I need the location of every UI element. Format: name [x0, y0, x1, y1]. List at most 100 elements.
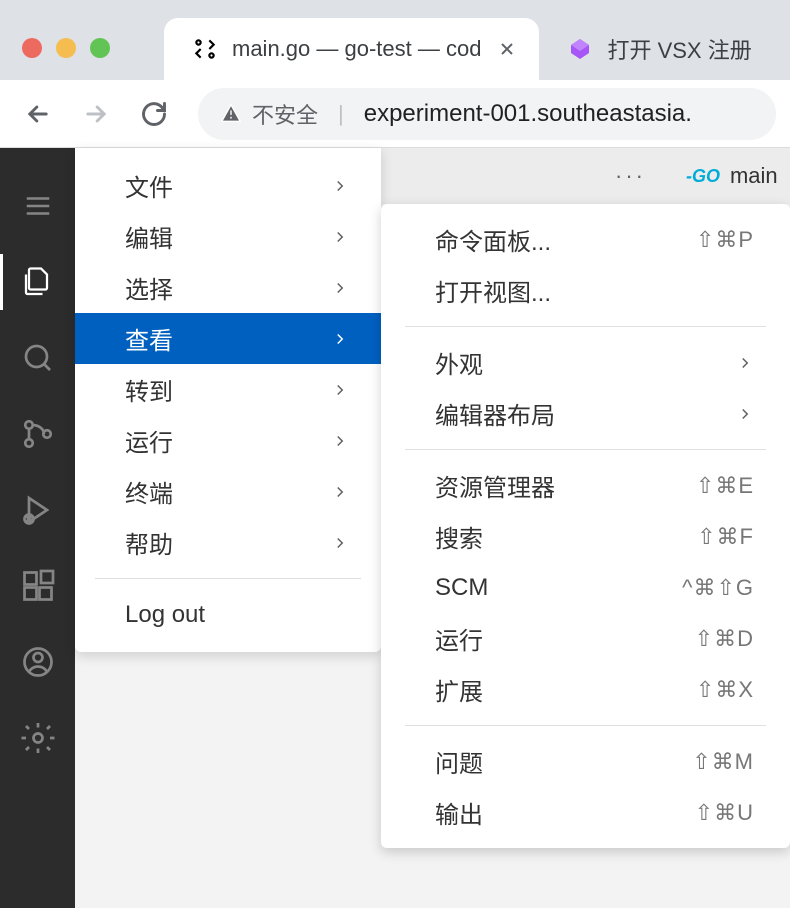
- traffic-lights: [0, 0, 110, 58]
- submenu-problems[interactable]: 问题 ⇧⌘M: [381, 736, 790, 787]
- forward-button[interactable]: [72, 90, 120, 138]
- submenu-item-label: 搜索: [435, 519, 483, 554]
- address-bar[interactable]: 不安全 | experiment-001.southeastasia.: [198, 88, 776, 140]
- submenu-item-label: 外观: [435, 345, 483, 380]
- extensions-tab[interactable]: [0, 548, 75, 624]
- window-maximize-button[interactable]: [90, 38, 110, 58]
- menu-file[interactable]: 文件: [75, 160, 381, 211]
- app-content: ··· -GO main 文件 编辑 选择 查看: [0, 148, 790, 908]
- keyboard-shortcut: ^⌘⇧G: [682, 575, 754, 601]
- browser-tab-inactive[interactable]: 打开 VSX 注册: [539, 18, 771, 80]
- activity-bar: [0, 148, 75, 908]
- submenu-run[interactable]: 运行 ⇧⌘D: [381, 613, 790, 664]
- menu-item-label: 终端: [125, 474, 173, 509]
- chevron-right-icon: [331, 177, 349, 195]
- chevron-right-icon: [331, 330, 349, 348]
- submenu-separator: [405, 326, 766, 327]
- submenu-extensions[interactable]: 扩展 ⇧⌘X: [381, 664, 790, 715]
- warning-icon: [220, 103, 242, 125]
- keyboard-shortcut: ⇧⌘U: [695, 800, 754, 826]
- chevron-right-icon: [331, 534, 349, 552]
- menu-separator: [95, 578, 361, 579]
- explorer-tab[interactable]: [0, 244, 75, 320]
- browser-tab-active[interactable]: main.go — go-test — cod: [164, 18, 539, 80]
- run-debug-tab[interactable]: [0, 472, 75, 548]
- menu-item-label: 帮助: [125, 525, 173, 560]
- menu-item-label: 文件: [125, 168, 173, 203]
- browser-tab-strip: main.go — go-test — cod 打开 VSX 注册: [0, 0, 790, 80]
- settings-button[interactable]: [0, 700, 75, 776]
- tab-overflow-icon[interactable]: ···: [615, 163, 646, 189]
- submenu-item-label: 扩展: [435, 672, 483, 707]
- code-server-icon: [192, 36, 218, 62]
- menu-item-label: 查看: [125, 321, 173, 356]
- search-tab[interactable]: [0, 320, 75, 396]
- keyboard-shortcut: ⇧⌘E: [696, 473, 754, 499]
- window-minimize-button[interactable]: [56, 38, 76, 58]
- browser-chrome: main.go — go-test — cod 打开 VSX 注册: [0, 0, 790, 148]
- submenu-separator: [405, 449, 766, 450]
- submenu-item-label: 问题: [435, 744, 483, 779]
- menu-toggle-button[interactable]: [0, 168, 75, 244]
- submenu-search[interactable]: 搜索 ⇧⌘F: [381, 511, 790, 562]
- url-divider: |: [338, 101, 344, 127]
- window-close-button[interactable]: [22, 38, 42, 58]
- editor-tab-filename: main: [730, 163, 778, 189]
- browser-tab-title: main.go — go-test — cod: [232, 36, 481, 62]
- chevron-right-icon: [331, 381, 349, 399]
- submenu-appearance[interactable]: 外观: [381, 337, 790, 388]
- menu-view[interactable]: 查看: [75, 313, 381, 364]
- submenu-command-palette[interactable]: 命令面板... ⇧⌘P: [381, 214, 790, 265]
- chevron-right-icon: [331, 432, 349, 450]
- menu-item-label: 编辑: [125, 219, 173, 254]
- source-control-tab[interactable]: [0, 396, 75, 472]
- security-badge[interactable]: 不安全: [220, 98, 318, 130]
- chevron-right-icon: [331, 279, 349, 297]
- security-label: 不安全: [252, 98, 318, 130]
- submenu-item-label: 命令面板...: [435, 222, 551, 257]
- menu-run[interactable]: 运行: [75, 415, 381, 466]
- view-submenu: 命令面板... ⇧⌘P 打开视图... 外观 编辑器布局 资源管理器 ⇧⌘E 搜…: [381, 204, 790, 848]
- keyboard-shortcut: ⇧⌘F: [697, 524, 754, 550]
- menu-help[interactable]: 帮助: [75, 517, 381, 568]
- menu-selection[interactable]: 选择: [75, 262, 381, 313]
- submenu-scm[interactable]: SCM ^⌘⇧G: [381, 562, 790, 613]
- menu-terminal[interactable]: 终端: [75, 466, 381, 517]
- url-text: experiment-001.southeastasia.: [364, 100, 692, 128]
- reload-button[interactable]: [130, 90, 178, 138]
- keyboard-shortcut: ⇧⌘P: [696, 227, 754, 253]
- navigation-toolbar: 不安全 | experiment-001.southeastasia.: [0, 80, 790, 148]
- submenu-item-label: 资源管理器: [435, 468, 555, 503]
- editor-tab-main-go[interactable]: -GO main: [686, 163, 778, 189]
- browser-tab-title: 打开 VSX 注册: [607, 33, 751, 65]
- submenu-open-view[interactable]: 打开视图...: [381, 265, 790, 316]
- submenu-item-label: 输出: [435, 795, 483, 830]
- menu-go[interactable]: 转到: [75, 364, 381, 415]
- accounts-button[interactable]: [0, 624, 75, 700]
- menu-logout[interactable]: Log out: [75, 589, 381, 640]
- menu-item-label: 转到: [125, 372, 173, 407]
- keyboard-shortcut: ⇧⌘D: [695, 626, 754, 652]
- application-menu: 文件 编辑 选择 查看 转到: [75, 148, 381, 652]
- submenu-item-label: 编辑器布局: [435, 396, 555, 431]
- chevron-right-icon: [736, 354, 754, 372]
- submenu-separator: [405, 725, 766, 726]
- menu-edit[interactable]: 编辑: [75, 211, 381, 262]
- submenu-output[interactable]: 输出 ⇧⌘U: [381, 787, 790, 838]
- submenu-item-label: 打开视图...: [435, 273, 551, 308]
- submenu-item-label: 运行: [435, 621, 483, 656]
- chevron-right-icon: [331, 483, 349, 501]
- go-file-icon: -GO: [686, 166, 720, 187]
- menu-item-label: 选择: [125, 270, 173, 305]
- submenu-item-label: SCM: [435, 574, 488, 602]
- menu-item-label: 运行: [125, 423, 173, 458]
- menu-item-label: Log out: [125, 601, 205, 629]
- chevron-right-icon: [736, 405, 754, 423]
- submenu-editor-layout[interactable]: 编辑器布局: [381, 388, 790, 439]
- keyboard-shortcut: ⇧⌘M: [692, 749, 754, 775]
- keyboard-shortcut: ⇧⌘X: [696, 677, 754, 703]
- chevron-right-icon: [331, 228, 349, 246]
- back-button[interactable]: [14, 90, 62, 138]
- tab-close-button[interactable]: [495, 37, 519, 61]
- submenu-explorer[interactable]: 资源管理器 ⇧⌘E: [381, 460, 790, 511]
